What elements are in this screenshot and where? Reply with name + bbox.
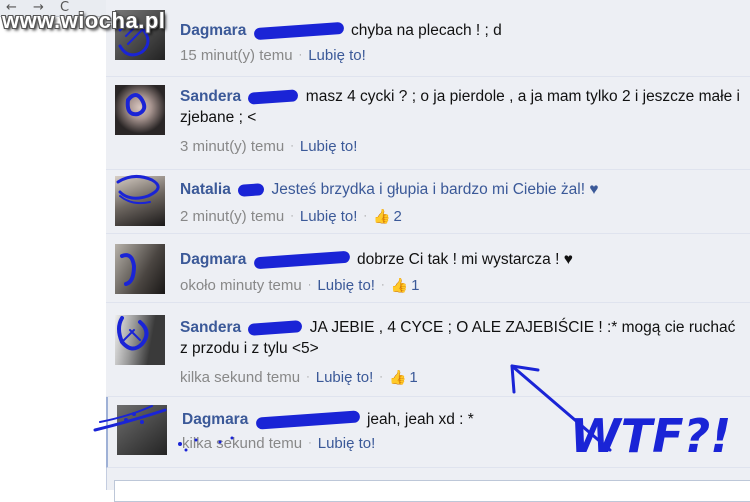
redaction-scribble: [248, 320, 303, 336]
like-link[interactable]: Lubię to!: [300, 138, 358, 155]
site-watermark: www.wiocha.pl: [2, 8, 166, 33]
like-link[interactable]: Lubię to!: [318, 435, 376, 452]
comment-time[interactable]: kilka sekund temu: [180, 369, 300, 386]
redaction-scribble: [237, 183, 265, 197]
redaction-scribble: [253, 250, 350, 270]
redaction-scribble: [253, 21, 344, 41]
comment-author[interactable]: Dagmara: [180, 22, 246, 39]
avatar[interactable]: [115, 176, 165, 226]
comment-time[interactable]: około minuty temu: [180, 277, 302, 294]
avatar[interactable]: [115, 85, 165, 135]
comment-text: jeah, jeah xd : *: [366, 411, 474, 428]
comment-text: chyba na plecach ! ; d: [350, 22, 502, 39]
comment-author[interactable]: Dagmara: [182, 411, 248, 428]
handwritten-annotation: WTF?!: [570, 409, 731, 463]
comment-item: Sandera JA JEBIE , 4 CYCE ; O ALE ZAJEBI…: [106, 303, 750, 397]
like-count[interactable]: 👍 2: [373, 208, 402, 225]
comment-item: Natalia Jesteś brzydka i głupia i bardzo…: [106, 170, 750, 234]
thumbs-up-icon: 👍: [388, 369, 407, 385]
comment-time[interactable]: kilka sekund temu: [182, 435, 302, 452]
annotation-text: WTF?!: [570, 409, 731, 463]
comment-time[interactable]: 3 minut(y) temu: [180, 138, 284, 155]
comment-time[interactable]: 2 minut(y) temu: [180, 208, 284, 225]
comment-item: Sandera masz 4 cycki ? ; o ja pierdole ,…: [106, 77, 750, 170]
like-count[interactable]: 👍 1: [389, 369, 418, 386]
thumbs-up-icon: 👍: [390, 277, 409, 293]
comment-author[interactable]: Dagmara: [180, 251, 246, 268]
comment-author[interactable]: Sandera: [180, 319, 241, 336]
comment-text: dobrze Ci tak ! mi wystarcza ! ♥: [356, 251, 573, 268]
like-link[interactable]: Lubię to!: [317, 277, 375, 294]
wtf-annotation: WTF?!: [570, 400, 750, 495]
avatar[interactable]: [117, 405, 167, 455]
like-link[interactable]: Lubię to!: [308, 47, 366, 64]
comment-time[interactable]: 15 minut(y) temu: [180, 47, 293, 64]
like-link[interactable]: Lubię to!: [300, 208, 358, 225]
thumbs-up-icon: 👍: [373, 208, 391, 224]
comment-item: Dagmara chyba na plecach ! ; d 15 minut(…: [106, 0, 750, 77]
avatar[interactable]: [115, 315, 165, 365]
redaction-scribble: [248, 89, 299, 105]
like-count[interactable]: 👍 1: [391, 277, 420, 294]
like-link[interactable]: Lubię to!: [316, 369, 374, 386]
redaction-scribble: [255, 410, 360, 430]
comment-author[interactable]: Sandera: [180, 88, 241, 105]
comment-author[interactable]: Natalia: [180, 181, 231, 198]
comment-item: Dagmara dobrze Ci tak ! mi wystarcza ! ♥…: [106, 234, 750, 303]
avatar[interactable]: [115, 244, 165, 294]
comment-text: Jesteś brzydka i głupia i bardzo mi Cieb…: [271, 181, 599, 198]
